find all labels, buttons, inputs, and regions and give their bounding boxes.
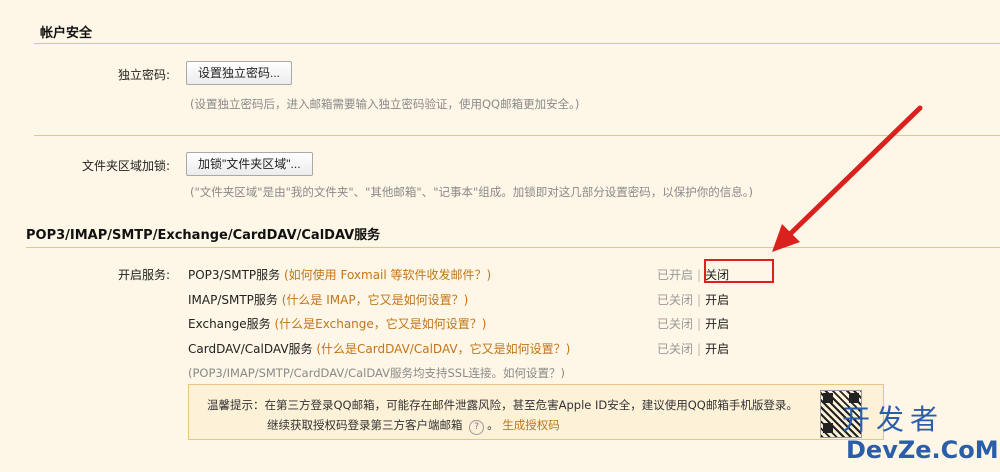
service-name: Exchange服务	[188, 317, 271, 331]
status-text: 已开启	[657, 268, 694, 282]
folder-lock-hint: ("文件夹区域"是由"我的文件夹"、"其他邮箱"、"记事本"组成。加锁即对这几部…	[190, 185, 754, 199]
tip-line-2-mid: 。	[487, 418, 499, 432]
service-help-link[interactable]: (什么是 IMAP，它又是如何设置？)	[282, 293, 469, 307]
ssl-note-close: )	[560, 366, 566, 380]
service-name: CardDAV/CalDAV服务	[188, 342, 313, 356]
help-icon[interactable]: ?	[469, 420, 485, 435]
ssl-how-to-link[interactable]: 如何设置？	[503, 366, 561, 380]
service-status-exchange: 已关闭 | 开启	[657, 315, 729, 332]
set-independent-password-button[interactable]: 设置独立密码...	[186, 61, 293, 85]
service-name: IMAP/SMTP服务	[188, 293, 278, 307]
independent-password-hint: (设置独立密码后，进入邮箱需要输入独立密码验证，使用QQ邮箱更加安全。)	[190, 97, 580, 111]
status-text: 已关闭	[657, 317, 694, 331]
enable-services-label: 开启服务:	[117, 268, 170, 282]
highlight-box	[704, 259, 774, 283]
status-separator: |	[697, 268, 702, 282]
section-title-account-security: 帐户安全	[40, 26, 93, 41]
service-help-link[interactable]: (如何使用 Foxmail 等软件收发邮件？)	[284, 268, 491, 282]
service-exchange: Exchange服务 (什么是Exchange，它又是如何设置？)	[188, 315, 486, 332]
independent-password-label: 独立密码:	[117, 68, 170, 82]
enable-exchange-button[interactable]: 开启	[705, 317, 729, 331]
watermark-en: DevZe.CoM	[846, 436, 999, 464]
status-text: 已关闭	[657, 293, 694, 307]
tip-line-2: 继续获取授权码登录第三方客户端邮箱 ?。 生成授权码	[267, 417, 560, 435]
status-separator: |	[697, 293, 702, 307]
red-arrow-annotation	[772, 105, 923, 252]
enable-carddav-caldav-button[interactable]: 开启	[705, 342, 729, 356]
section-divider	[34, 43, 1000, 44]
status-separator: |	[697, 342, 702, 356]
watermark-cn: 开发者	[842, 403, 945, 436]
service-pop3-smtp: POP3/SMTP服务 (如何使用 Foxmail 等软件收发邮件？)	[188, 266, 491, 283]
enable-imap-smtp-button[interactable]: 开启	[705, 293, 729, 307]
service-name: POP3/SMTP服务	[188, 268, 281, 282]
service-help-link[interactable]: (什么是CardDAV/CalDAV，它又是如何设置？)	[316, 342, 570, 356]
status-text: 已关闭	[657, 342, 694, 356]
service-help-link[interactable]: (什么是Exchange，它又是如何设置？)	[274, 317, 486, 331]
ssl-note-text: (POP3/IMAP/SMTP/CardDAV/CalDAV服务均支持SSL连接…	[188, 366, 504, 380]
arrow-shaft	[783, 105, 923, 241]
folder-lock-button[interactable]: 加锁"文件夹区域"...	[186, 152, 313, 176]
section-title-protocols: POP3/IMAP/SMTP/Exchange/CardDAV/CalDAV服务	[26, 228, 381, 243]
folder-lock-label: 文件夹区域加锁:	[81, 159, 170, 173]
ssl-note: (POP3/IMAP/SMTP/CardDAV/CalDAV服务均支持SSL连接…	[188, 365, 565, 381]
service-carddav-caldav: CardDAV/CalDAV服务 (什么是CardDAV/CalDAV，它又是如…	[188, 340, 570, 357]
tip-line-2-text: 继续获取授权码登录第三方客户端邮箱	[267, 418, 463, 432]
tip-line-1: 温馨提示：在第三方登录QQ邮箱，可能存在邮件泄露风险，甚至危害Apple ID安…	[207, 398, 798, 412]
status-separator: |	[697, 317, 702, 331]
service-status-carddav-caldav: 已关闭 | 开启	[657, 340, 729, 357]
service-status-imap-smtp: 已关闭 | 开启	[657, 291, 729, 308]
generate-auth-code-link[interactable]: 生成授权码	[502, 418, 560, 432]
service-imap-smtp: IMAP/SMTP服务 (什么是 IMAP，它又是如何设置？)	[188, 291, 468, 308]
warm-tip-box: 温馨提示：在第三方登录QQ邮箱，可能存在邮件泄露风险，甚至危害Apple ID安…	[188, 384, 884, 440]
